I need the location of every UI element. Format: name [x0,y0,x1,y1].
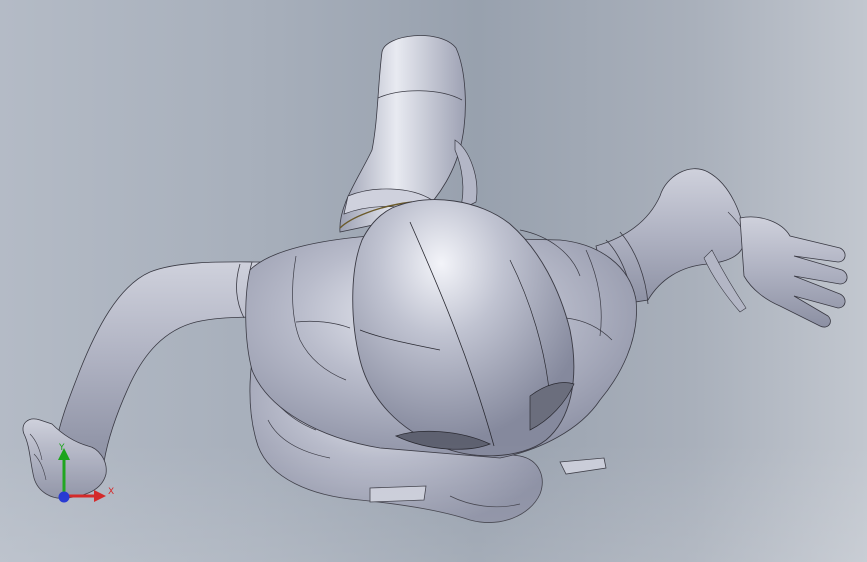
left-arm[interactable] [55,261,269,463]
x-axis-label: X [108,487,114,497]
graphics-viewport[interactable]: Y X [0,0,867,562]
y-axis-label: Y [58,443,65,453]
axis-triad-icon: Y X [58,443,114,503]
z-axis-marker [58,491,70,503]
mannequin-model[interactable] [0,0,867,562]
x-axis-arrowhead [94,490,106,502]
